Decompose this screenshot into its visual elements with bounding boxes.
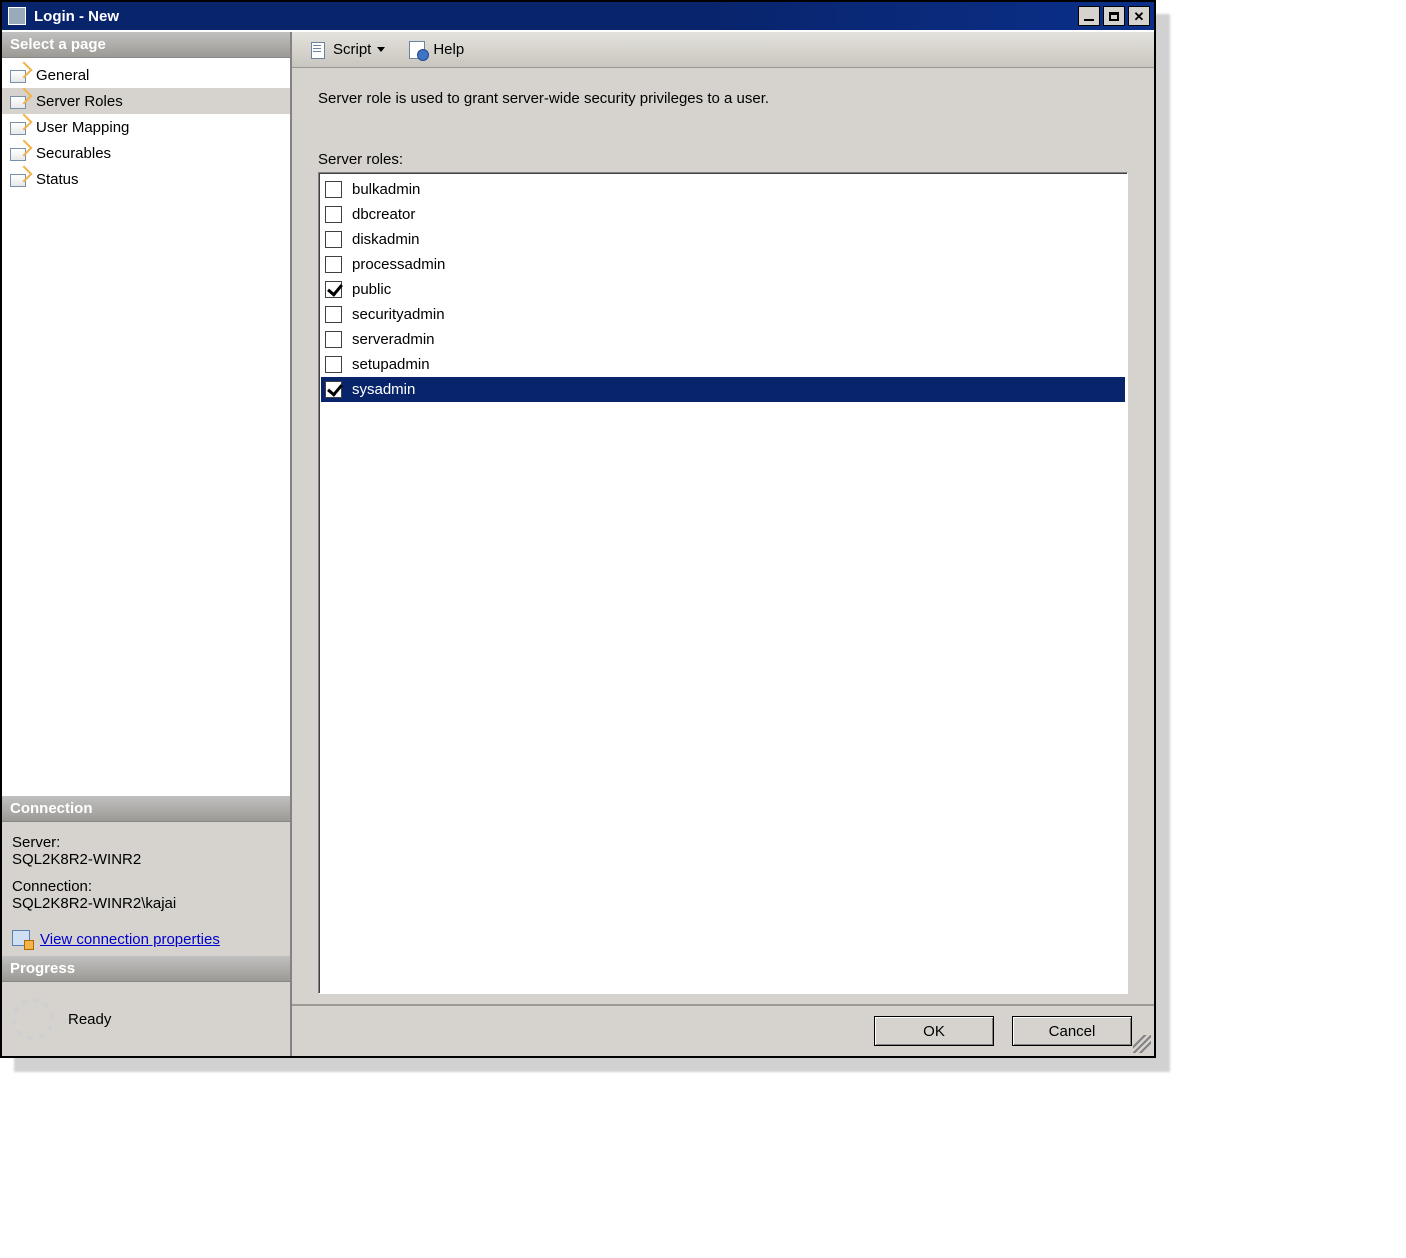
app-icon [8, 7, 26, 25]
role-item-bulkadmin[interactable]: bulkadmin [321, 177, 1125, 202]
page-icon [8, 92, 28, 110]
role-checkbox[interactable] [325, 381, 342, 398]
role-item-securityadmin[interactable]: securityadmin [321, 302, 1125, 327]
role-checkbox[interactable] [325, 181, 342, 198]
help-label: Help [433, 41, 464, 58]
role-label: bulkadmin [352, 181, 420, 198]
server-roles-list[interactable]: bulkadmin dbcreator diskadmin processadmin p… [318, 172, 1128, 994]
role-label: processadmin [352, 256, 445, 273]
page-item-general[interactable]: General [2, 62, 290, 88]
page-item-label: Securables [36, 145, 111, 162]
maximize-button[interactable] [1103, 6, 1125, 26]
page-item-server-roles[interactable]: Server Roles [2, 88, 290, 114]
script-label: Script [333, 41, 371, 58]
dialog-button-bar: OK Cancel [292, 1004, 1154, 1056]
progress-spinner-icon [12, 998, 54, 1040]
progress-status: Ready [68, 1011, 111, 1028]
server-roles-label: Server roles: [318, 151, 1128, 168]
page-list: General Server Roles User Mapping Securable… [2, 58, 290, 796]
ok-button[interactable]: OK [874, 1016, 994, 1046]
page-icon [8, 170, 28, 188]
role-label: setupadmin [352, 356, 430, 373]
role-label: serveradmin [352, 331, 435, 348]
role-item-dbcreator[interactable]: dbcreator [321, 202, 1125, 227]
role-label: securityadmin [352, 306, 445, 323]
role-item-setupadmin[interactable]: setupadmin [321, 352, 1125, 377]
toolbar: Script Help [292, 32, 1154, 68]
script-button[interactable]: Script [300, 36, 394, 64]
role-label: dbcreator [352, 206, 415, 223]
role-item-serveradmin[interactable]: serveradmin [321, 327, 1125, 352]
connection-value: SQL2K8R2-WINR2\kajai [12, 895, 280, 912]
page-icon [8, 66, 28, 84]
titlebar[interactable]: Login - New [2, 2, 1154, 30]
script-icon [309, 41, 327, 59]
page-item-label: General [36, 67, 89, 84]
help-icon [409, 41, 427, 59]
login-new-dialog: Login - New Select a page General Server … [0, 0, 1156, 1058]
role-label: sysadmin [352, 381, 415, 398]
content-panel: Script Help Server role is used to grant… [292, 32, 1154, 1056]
server-label: Server: [12, 834, 280, 851]
page-icon [8, 118, 28, 136]
dropdown-arrow-icon [377, 47, 385, 52]
page-item-label: Server Roles [36, 93, 123, 110]
properties-icon [12, 930, 32, 948]
page-icon [8, 144, 28, 162]
close-button[interactable] [1128, 6, 1150, 26]
page-item-label: User Mapping [36, 119, 129, 136]
role-item-public[interactable]: public [321, 277, 1125, 302]
role-checkbox[interactable] [325, 231, 342, 248]
role-checkbox[interactable] [325, 256, 342, 273]
view-connection-properties-link[interactable]: View connection properties [40, 931, 220, 948]
connection-panel: Server: SQL2K8R2-WINR2 Connection: SQL2K… [2, 822, 290, 956]
minimize-button[interactable] [1078, 6, 1100, 26]
progress-header: Progress [2, 956, 290, 982]
page-item-status[interactable]: Status [2, 166, 290, 192]
window-title: Login - New [34, 8, 1075, 25]
role-item-diskadmin[interactable]: diskadmin [321, 227, 1125, 252]
role-label: diskadmin [352, 231, 420, 248]
role-checkbox[interactable] [325, 306, 342, 323]
role-checkbox[interactable] [325, 356, 342, 373]
server-value: SQL2K8R2-WINR2 [12, 851, 280, 868]
role-label: public [352, 281, 391, 298]
connection-label: Connection: [12, 878, 280, 895]
select-page-header: Select a page [2, 32, 290, 58]
role-checkbox[interactable] [325, 206, 342, 223]
left-panel: Select a page General Server Roles User Ma… [2, 32, 292, 1056]
page-item-securables[interactable]: Securables [2, 140, 290, 166]
cancel-button[interactable]: Cancel [1012, 1016, 1132, 1046]
role-item-sysadmin[interactable]: sysadmin [321, 377, 1125, 402]
role-checkbox[interactable] [325, 331, 342, 348]
page-item-label: Status [36, 171, 79, 188]
role-checkbox[interactable] [325, 281, 342, 298]
page-description: Server role is used to grant server-wide… [318, 90, 1128, 107]
help-button[interactable]: Help [400, 36, 473, 64]
role-item-processadmin[interactable]: processadmin [321, 252, 1125, 277]
connection-header: Connection [2, 796, 290, 822]
progress-panel: Ready [2, 982, 290, 1056]
page-item-user-mapping[interactable]: User Mapping [2, 114, 290, 140]
